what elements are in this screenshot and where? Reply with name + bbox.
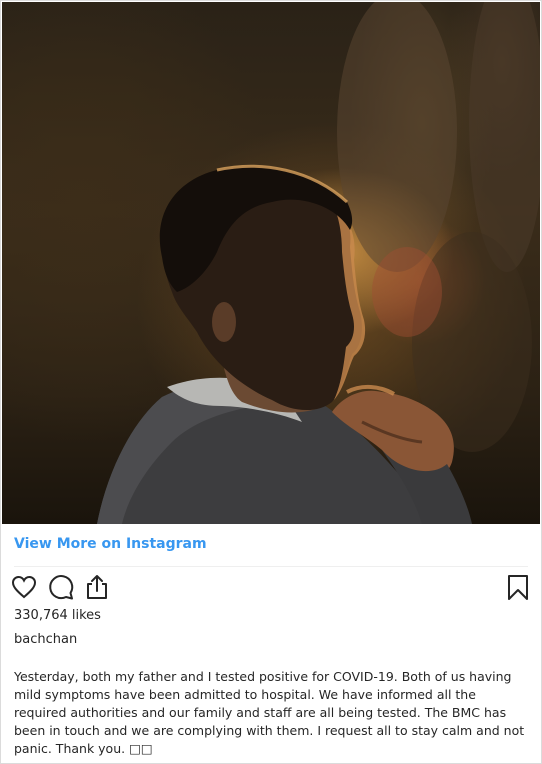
save-button[interactable] [504, 573, 534, 603]
like-button[interactable] [10, 573, 40, 603]
username-link[interactable]: bachchan [14, 632, 77, 647]
likes-count: 330,764 likes [14, 608, 101, 623]
action-bar [10, 573, 530, 603]
comment-button[interactable] [47, 573, 77, 603]
view-more-on-instagram-link[interactable]: View More on Instagram [14, 536, 207, 552]
share-button[interactable] [83, 573, 113, 603]
heart-icon [11, 575, 37, 599]
photo-illustration [97, 2, 540, 524]
instagram-embed-card: View More on Instagram 330,764 likes bac… [0, 0, 542, 764]
share-icon [87, 575, 107, 599]
post-photo[interactable] [2, 2, 540, 524]
divider [14, 566, 528, 567]
comment-icon [49, 575, 74, 600]
post-caption: Yesterday, both my father and I tested p… [14, 669, 525, 756]
bookmark-icon [508, 575, 528, 600]
